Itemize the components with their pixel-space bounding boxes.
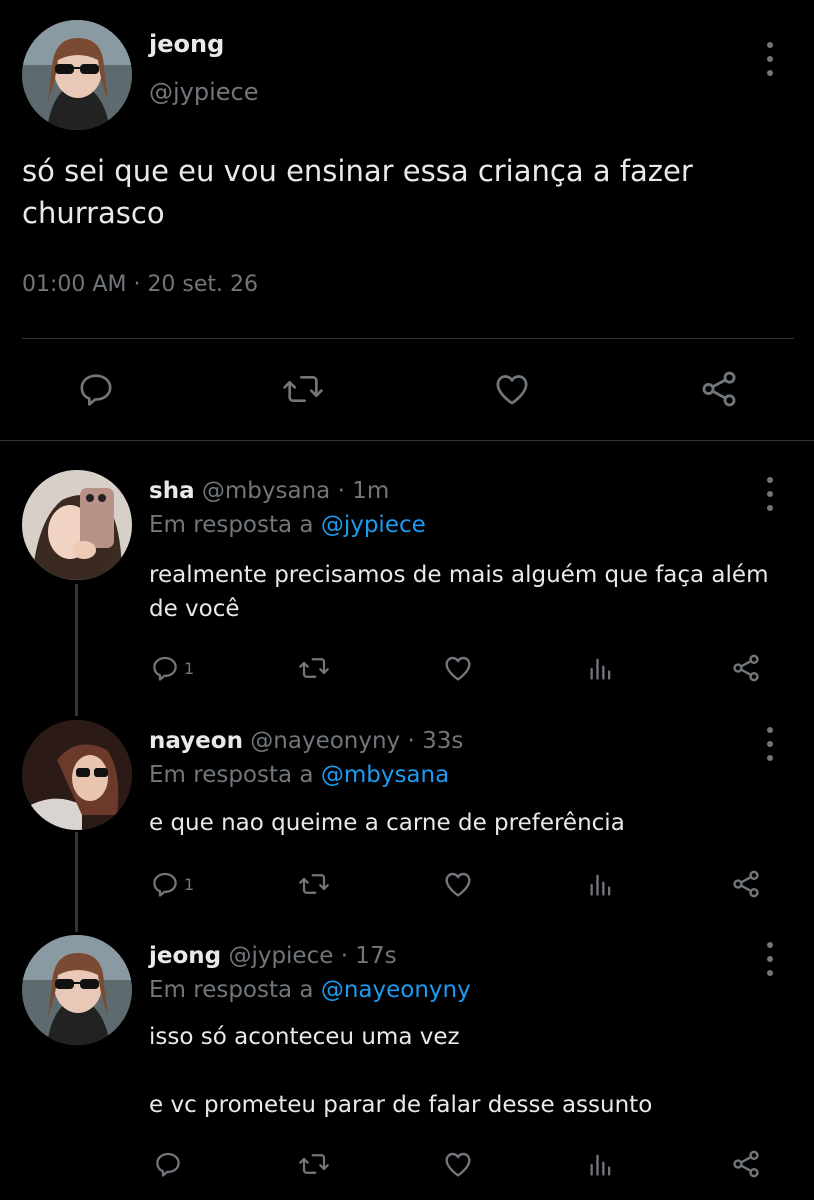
reply-mention[interactable]: @jypiece bbox=[321, 512, 426, 538]
more-options-icon[interactable] bbox=[765, 727, 775, 761]
more-options-icon[interactable] bbox=[765, 942, 775, 976]
reply-count: 1 bbox=[184, 874, 195, 894]
tweet-date: 20 set. 26 bbox=[147, 272, 259, 297]
like-icon[interactable] bbox=[440, 1146, 476, 1182]
reply-text-line-1: isso só aconteceu uma vez bbox=[149, 1024, 460, 1050]
retweet-icon[interactable] bbox=[280, 367, 326, 411]
author-name[interactable]: nayeon bbox=[149, 728, 243, 754]
thread-line bbox=[75, 832, 78, 932]
reply-prefix: Em resposta a bbox=[149, 512, 314, 538]
reply-header: jeong @jypiece · 17s bbox=[149, 943, 397, 969]
tweet-text: só sei que eu vou ensinar essa criança a… bbox=[22, 154, 693, 230]
thread-line bbox=[75, 584, 78, 716]
share-icon[interactable] bbox=[696, 367, 742, 411]
reply-age: · 17s bbox=[340, 943, 397, 969]
tweet-time: 01:00 AM bbox=[22, 272, 127, 297]
reply-age: · 1m bbox=[337, 478, 390, 504]
more-options-icon[interactable] bbox=[765, 42, 775, 76]
retweet-icon[interactable] bbox=[296, 866, 332, 902]
like-icon[interactable] bbox=[440, 866, 476, 902]
like-icon[interactable] bbox=[440, 650, 476, 686]
author-handle[interactable]: @nayeonyny bbox=[250, 728, 400, 754]
like-icon[interactable] bbox=[490, 367, 534, 411]
reply-text: realmente precisamos de mais alguém que … bbox=[149, 562, 769, 622]
more-options-icon[interactable] bbox=[765, 477, 775, 511]
share-icon[interactable] bbox=[728, 650, 764, 686]
analytics-icon[interactable] bbox=[586, 866, 616, 902]
reply-header: nayeon @nayeonyny · 33s bbox=[149, 728, 463, 754]
divider bbox=[0, 440, 814, 441]
reply-icon[interactable] bbox=[74, 367, 118, 411]
reply-count: 1 bbox=[184, 658, 195, 678]
analytics-icon[interactable] bbox=[586, 650, 616, 686]
retweet-icon[interactable] bbox=[296, 650, 332, 686]
reply-context: Em resposta a @jypiece bbox=[149, 512, 426, 538]
author-handle[interactable]: @jypiece bbox=[149, 78, 259, 106]
avatar[interactable] bbox=[22, 935, 132, 1045]
author-name[interactable]: sha bbox=[149, 478, 195, 504]
share-icon[interactable] bbox=[728, 1146, 764, 1182]
reply-context: Em resposta a @mbysana bbox=[149, 762, 449, 788]
avatar[interactable] bbox=[22, 20, 132, 130]
author-handle[interactable]: @mbysana bbox=[202, 478, 330, 504]
author-name[interactable]: jeong bbox=[149, 943, 221, 969]
reply-context: Em resposta a @nayeonyny bbox=[149, 977, 471, 1003]
reply-icon[interactable]: 1 bbox=[150, 866, 194, 902]
reply-text: e que nao queime a carne de preferência bbox=[149, 810, 625, 836]
author-handle[interactable]: @jypiece bbox=[228, 943, 333, 969]
reply-age: · 33s bbox=[407, 728, 464, 754]
author-name[interactable]: jeong bbox=[149, 30, 224, 58]
reply-text-line-2: e vc prometeu parar de falar desse assun… bbox=[149, 1092, 653, 1118]
share-icon[interactable] bbox=[728, 866, 764, 902]
divider bbox=[22, 338, 794, 339]
tweet-timestamp: 01:00 AM · 20 set. 26 bbox=[22, 272, 258, 297]
reply-mention[interactable]: @nayeonyny bbox=[321, 977, 471, 1003]
meta-separator: · bbox=[133, 272, 141, 297]
reply-icon[interactable]: 1 bbox=[150, 650, 194, 686]
reply-icon[interactable] bbox=[150, 1146, 186, 1182]
avatar[interactable] bbox=[22, 720, 132, 830]
avatar[interactable] bbox=[22, 470, 132, 580]
reply-mention[interactable]: @mbysana bbox=[321, 762, 449, 788]
analytics-icon[interactable] bbox=[586, 1146, 616, 1182]
reply-header: sha @mbysana · 1m bbox=[149, 478, 389, 504]
reply-prefix: Em resposta a bbox=[149, 977, 314, 1003]
retweet-icon[interactable] bbox=[296, 1146, 332, 1182]
reply-prefix: Em resposta a bbox=[149, 762, 314, 788]
